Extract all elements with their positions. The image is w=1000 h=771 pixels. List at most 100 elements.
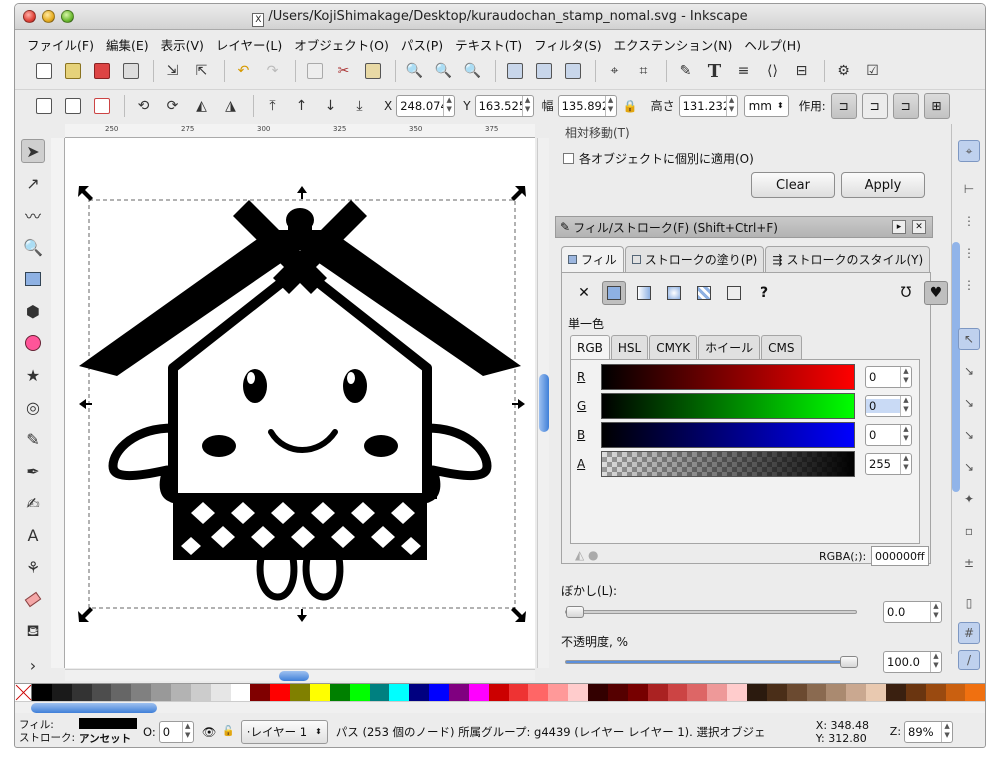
green-slider[interactable]	[601, 393, 855, 419]
alpha-spin[interactable]: ▲▼	[865, 453, 912, 475]
snap-toggle-icon[interactable]: ⌖	[958, 140, 980, 162]
scale-corners-toggle[interactable]: ⊐	[861, 92, 888, 119]
palette-swatch[interactable]	[111, 684, 132, 701]
menu-filters[interactable]: フィルタ(S)	[528, 31, 607, 53]
green-input[interactable]	[866, 399, 900, 413]
palette-swatch[interactable]	[866, 684, 886, 701]
xml-editor-icon[interactable]: ⟨⟩	[760, 59, 785, 84]
unit-select[interactable]: mm ⬍	[743, 94, 789, 117]
palette-swatch[interactable]	[409, 684, 430, 701]
zoom-spin-arrows[interactable]: ▲ ▼	[941, 721, 952, 742]
palette-swatch[interactable]	[925, 684, 946, 701]
document-properties-icon[interactable]: ☑	[860, 59, 885, 84]
palette-swatch[interactable]	[687, 684, 708, 701]
palette-swatch[interactable]	[588, 684, 608, 701]
text-tool-icon[interactable]: A	[21, 523, 45, 547]
height-input-field[interactable]	[679, 98, 726, 113]
menu-path[interactable]: パス(P)	[395, 31, 449, 53]
palette-swatch[interactable]	[429, 684, 450, 701]
palette-swatch[interactable]	[51, 684, 72, 701]
opacity-o-arrows[interactable]: ▲ ▼	[181, 721, 193, 742]
palette-swatch[interactable]	[707, 684, 728, 701]
blue-spin[interactable]: ▲▼	[865, 424, 912, 446]
blur-slider[interactable]	[565, 606, 857, 618]
palette-swatch[interactable]	[508, 684, 529, 701]
new-icon[interactable]	[31, 59, 56, 84]
apply-each-checkbox[interactable]	[563, 153, 574, 164]
menu-object[interactable]: オブジェクト(O)	[288, 31, 395, 53]
menu-help[interactable]: ヘルプ(H)	[738, 31, 807, 53]
canvas-horizontal-scrollbar[interactable]	[65, 669, 535, 681]
lock-icon[interactable]: 🔒	[623, 99, 638, 113]
y-input-field[interactable]	[475, 98, 522, 113]
palette-swatch[interactable]	[965, 684, 985, 701]
selector-tool-icon[interactable]: ➤	[21, 139, 45, 163]
layer-lock-icon[interactable]: 🔓	[222, 726, 234, 737]
y-spin-arrows[interactable]: ▲ ▼	[521, 95, 533, 116]
palette-swatch[interactable]	[230, 684, 251, 701]
palette-swatch[interactable]	[131, 684, 152, 701]
palette-swatch[interactable]	[945, 684, 966, 701]
tab-rgb[interactable]: RGB	[570, 335, 610, 359]
palette-swatch[interactable]	[667, 684, 688, 701]
snap-bbox-edge-icon[interactable]: ⋮	[958, 210, 980, 232]
palette-scroll-thumb[interactable]	[31, 703, 157, 713]
ungroup-icon[interactable]	[531, 59, 556, 84]
flip-vertical-icon[interactable]: ◮	[218, 93, 243, 118]
pencil-tool-icon[interactable]: ✎	[21, 427, 45, 451]
menu-extensions[interactable]: エクステンション(N)	[608, 31, 739, 53]
zoom-drawing-icon[interactable]: 🔍	[431, 59, 456, 84]
palette-swatch[interactable]	[766, 684, 787, 701]
palette-swatch[interactable]	[806, 684, 827, 701]
palette-swatch[interactable]	[528, 684, 549, 701]
palette-swatch[interactable]	[310, 684, 330, 701]
alpha-spin-arrows[interactable]: ▲ ▼	[900, 454, 911, 474]
node-tool-icon[interactable]: ↗	[21, 171, 45, 195]
opacity-o-spin[interactable]: ▲▼	[158, 720, 194, 743]
fill-stroke-dialog-icon[interactable]: ✎	[673, 59, 698, 84]
canvas-vertical-scrollbar[interactable]	[537, 138, 549, 668]
no-paint-icon[interactable]: ✕	[572, 281, 596, 305]
scale-stroke-toggle[interactable]: ⊐	[830, 92, 857, 119]
snap-page-border-icon[interactable]: ▯	[958, 592, 980, 614]
zoom-tool-icon[interactable]: 🔍	[21, 235, 45, 259]
fill-color-swatch[interactable]	[79, 717, 137, 729]
palette-swatch[interactable]	[607, 684, 628, 701]
blue-spin-arrows[interactable]: ▲ ▼	[900, 425, 911, 445]
paint-bucket-tool-icon[interactable]: ⛾	[21, 619, 45, 643]
palette-swatch[interactable]	[210, 684, 231, 701]
palette-swatch[interactable]	[190, 684, 211, 701]
relative-move-checkbox-label[interactable]: 相対移動(T)	[565, 124, 630, 141]
raise-icon[interactable]: ↑	[289, 93, 314, 118]
palette-swatch[interactable]	[171, 684, 191, 701]
tab-hsl[interactable]: HSL	[610, 335, 649, 359]
opacity-o-input[interactable]	[159, 724, 182, 739]
zoom-selection-icon[interactable]: 🔍	[402, 59, 427, 84]
tab-fill[interactable]: フィル	[561, 246, 624, 272]
cut-icon[interactable]: ✂	[331, 59, 356, 84]
canvas-vertical-scroll-thumb[interactable]	[539, 374, 549, 432]
red-slider[interactable]	[601, 364, 855, 390]
palette-swatch[interactable]	[826, 684, 847, 701]
palette-swatch[interactable]	[449, 684, 469, 701]
tweak-tool-icon[interactable]: 〰	[21, 203, 45, 227]
text-icon[interactable]: T	[702, 59, 727, 84]
menu-layer[interactable]: レイヤー(L)	[210, 31, 288, 53]
red-spin[interactable]: ▲▼	[865, 366, 912, 388]
x-spin-arrows[interactable]: ▲ ▼	[443, 95, 454, 116]
snap-bbox-midpoint-icon[interactable]: ⋮	[958, 274, 980, 296]
palette-swatch[interactable]	[151, 684, 172, 701]
palette-swatch[interactable]	[389, 684, 410, 701]
clone-icon[interactable]	[560, 59, 585, 84]
x-input-field[interactable]	[397, 98, 444, 113]
palette-swatch[interactable]	[32, 684, 52, 701]
palette-swatch[interactable]	[786, 684, 807, 701]
raise-to-top-icon[interactable]: ⤒	[260, 93, 285, 118]
apply-each-row[interactable]: 各オブジェクトに個別に適用(O)	[563, 150, 754, 167]
palette-swatch[interactable]	[488, 684, 509, 701]
palette-swatch[interactable]	[905, 684, 926, 701]
star-tool-icon[interactable]: ★	[21, 363, 45, 387]
menu-edit[interactable]: 編集(E)	[100, 31, 155, 53]
green-spin[interactable]: ▲▼	[865, 395, 912, 417]
snap-line-midpoints-icon[interactable]: ↘	[958, 456, 980, 478]
